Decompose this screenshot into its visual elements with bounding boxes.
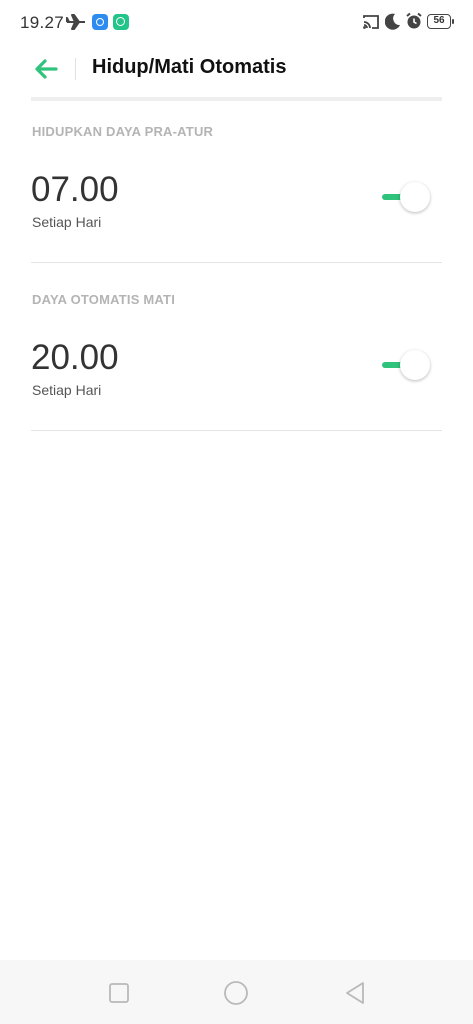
battery-icon: 56 — [427, 14, 454, 29]
power-on-time: 07.00 — [31, 170, 119, 209]
status-time: 19.27 — [20, 13, 65, 32]
recents-square-icon — [109, 983, 129, 1003]
app-notification-blue-icon — [92, 14, 108, 30]
power-on-repeat: Setiap Hari — [32, 214, 102, 230]
section-title-power-on: HIDUPKAN DAYA PRA-ATUR — [32, 124, 214, 139]
power-off-repeat: Setiap Hari — [32, 382, 102, 398]
header-rule — [31, 97, 442, 101]
power-off-toggle[interactable] — [380, 350, 434, 382]
row-divider — [31, 262, 442, 263]
app-notification-green-icon — [113, 14, 129, 30]
power-on-schedule-row[interactable]: 07.00 Setiap Hari — [0, 170, 473, 260]
app-header: Hidup/Mati Otomatis — [0, 46, 473, 94]
moon-icon — [384, 13, 401, 35]
recents-button[interactable] — [106, 980, 132, 1006]
cast-icon — [362, 14, 380, 35]
back-triangle-icon — [346, 982, 364, 1004]
page-title: Hidup/Mati Otomatis — [92, 56, 287, 78]
section-title-power-off: DAYA OTOMATIS MATI — [32, 292, 176, 307]
home-circle-icon — [224, 981, 248, 1005]
power-off-schedule-row[interactable]: 20.00 Setiap Hari — [0, 338, 473, 428]
app-screen: 19.27 56 Hidup/Mati Otomatis HIDUPKAN DA… — [0, 0, 473, 1024]
system-back-button[interactable] — [342, 980, 368, 1006]
airplane-icon — [65, 13, 86, 36]
home-button[interactable] — [223, 980, 249, 1006]
back-button[interactable] — [30, 54, 62, 84]
arrow-left-icon — [35, 59, 58, 79]
power-off-time: 20.00 — [31, 338, 119, 377]
power-on-toggle[interactable] — [380, 182, 434, 214]
alarm-icon — [405, 12, 423, 35]
header-divider — [75, 58, 76, 80]
row-divider — [31, 430, 442, 431]
system-navigation-bar — [0, 960, 473, 1024]
toggle-knob — [400, 350, 430, 380]
toggle-knob — [400, 182, 430, 212]
status-bar: 19.27 56 — [0, 0, 473, 46]
